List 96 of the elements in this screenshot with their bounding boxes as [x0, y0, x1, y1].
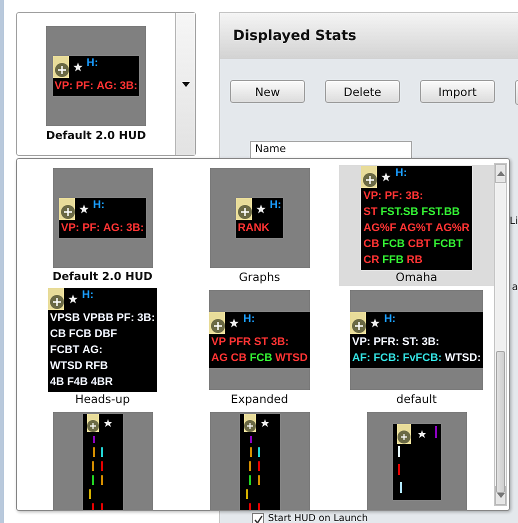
- star-icon: [370, 318, 380, 328]
- stat-label: 4B: [50, 376, 64, 388]
- toolbar-button[interactable]: Delete: [325, 80, 400, 103]
- stat-label: WTSD:: [444, 352, 481, 364]
- add-icon: [48, 288, 64, 310]
- stat-label: ST: [363, 206, 378, 218]
- stat-label: RB: [406, 254, 423, 266]
- stat-label: CR: [363, 254, 380, 266]
- stat-label: AG: [211, 352, 228, 364]
- selected-hud-name: Default 2.0 HUD: [46, 129, 146, 142]
- hud-header: H:: [384, 313, 396, 325]
- stat-label: RANK: [238, 222, 270, 234]
- panel-title: Displayed Stats: [233, 28, 356, 44]
- hud-header: H:: [82, 289, 94, 301]
- add-icon: [236, 198, 252, 220]
- hud-name: Omaha: [396, 270, 438, 284]
- stat-label: FCBT: [433, 238, 463, 250]
- stat-label: AG%F: [363, 222, 396, 234]
- star-icon: [79, 204, 89, 214]
- add-icon: [209, 312, 226, 334]
- stat-label: VPBB: [82, 312, 114, 324]
- add-icon: [59, 198, 75, 220]
- stat-label: FCB: [68, 328, 92, 340]
- scrollbar-thumb[interactable]: [496, 351, 505, 493]
- stat-label: VP:: [363, 190, 382, 202]
- toolbar-button[interactable]: New: [230, 80, 305, 103]
- stat-label: AG:: [103, 222, 124, 234]
- star-icon: [256, 204, 266, 214]
- toolbar-button[interactable]: Import: [420, 80, 495, 103]
- checkbox[interactable]: [252, 513, 264, 523]
- star-icon: [68, 294, 78, 304]
- stat-label: VP:: [352, 336, 370, 348]
- hud-header: H:: [86, 57, 98, 69]
- stat-label: RFB: [85, 360, 108, 372]
- hud-name: Default 2.0 HUD: [52, 270, 153, 283]
- side-text: Li: [510, 216, 518, 227]
- star-icon: [229, 318, 240, 328]
- checkbox-label: Start HUD on Launch: [268, 514, 368, 523]
- stat-label: PF:: [82, 222, 100, 234]
- stat-label: PF:: [384, 190, 402, 202]
- stat-label: CBT: [408, 238, 430, 250]
- stat-label: CB: [230, 352, 247, 364]
- stat-label: AG%R: [435, 222, 470, 234]
- stat-label: ST: [254, 336, 268, 348]
- stat-label: VPSB: [50, 312, 80, 324]
- add-icon: [350, 312, 366, 334]
- dropdown-arrow-icon: [182, 82, 190, 86]
- stat-label: FCB:: [373, 352, 400, 364]
- stat-label: VP: [211, 336, 226, 348]
- stat-label: AG:: [82, 344, 102, 356]
- star-icon: [381, 172, 392, 182]
- stat-label: DBF: [94, 328, 118, 340]
- stat-label: WTSD: [275, 352, 308, 364]
- stat-label: 3B:: [271, 336, 289, 348]
- stat-label: VP:: [61, 222, 80, 234]
- stat-label: FST.SB: [380, 206, 418, 218]
- stat-label: VP:: [54, 80, 73, 92]
- stat-label: AG%T: [399, 222, 432, 234]
- stat-label: AF:: [352, 352, 370, 364]
- stat-label: 4BR: [90, 376, 113, 388]
- stat-label: WTSD: [50, 360, 82, 372]
- stat-label: 3B:: [137, 312, 155, 324]
- stat-label: 3B:: [120, 80, 138, 92]
- hud-name: default: [396, 392, 437, 406]
- stat-label: CB: [363, 238, 380, 250]
- add-icon: [361, 166, 378, 188]
- stat-label: 3B:: [405, 190, 424, 202]
- stat-label: PF:: [116, 312, 134, 324]
- star-icon: [72, 62, 82, 72]
- stat-label: PFR:: [373, 336, 400, 348]
- side-text: a: [512, 282, 518, 293]
- stat-label: FFB: [382, 254, 404, 266]
- stat-label: 3B:: [126, 222, 144, 234]
- scroll-up-icon[interactable]: [496, 171, 504, 176]
- stat-label: CB: [50, 328, 66, 340]
- hud-header: H:: [243, 313, 255, 325]
- hud-list-item[interactable]: H: VP: PF: 3B: ST FST.SB FST.BB AG%F AG%T AG%R CB FCB CBT FCBT CR FFB RB Omaha: [339, 165, 494, 286]
- hud-header: H:: [270, 199, 282, 211]
- hud-name: Graphs: [238, 270, 280, 284]
- add-icon: [52, 56, 68, 78]
- stat-label: FvFCB:: [402, 352, 442, 364]
- stat-label: PF:: [76, 80, 94, 92]
- hud-dropdown[interactable]: H: VP: PF: AG: 3B: Default 2.0 HUD: [16, 12, 196, 156]
- hud-name: Heads-up: [75, 392, 130, 406]
- stat-label: ST:: [402, 336, 419, 348]
- hud-header: H:: [93, 199, 105, 211]
- hud-name: Expanded: [230, 392, 288, 406]
- hud-header: H:: [395, 167, 407, 179]
- stat-label: 3B:: [422, 336, 440, 348]
- stat-label: FCB: [250, 352, 272, 364]
- stat-label: FCB: [382, 238, 405, 250]
- stat-label: PFR: [228, 336, 251, 348]
- stat-label: FST.BB: [421, 206, 460, 218]
- stat-label: AG:: [96, 80, 117, 92]
- stat-label: FCBT: [50, 344, 80, 356]
- stat-label: F4B: [67, 376, 88, 388]
